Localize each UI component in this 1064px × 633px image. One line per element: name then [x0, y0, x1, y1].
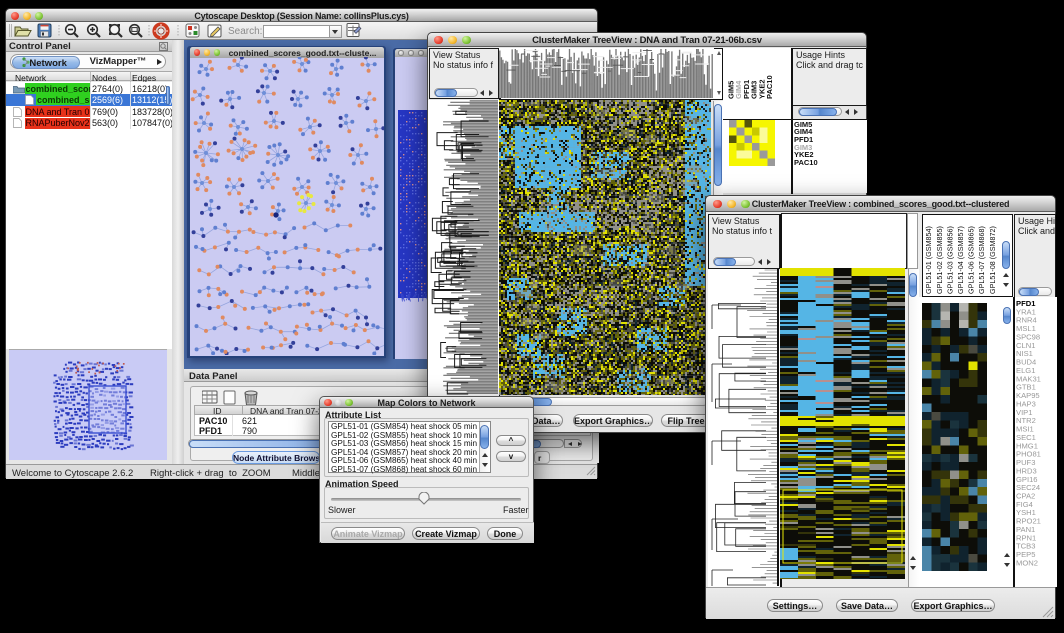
svg-text:MON2: MON2	[1016, 559, 1038, 568]
svg-text:GPL51-07 (GSM868): GPL51-07 (GSM868)	[977, 226, 986, 294]
svg-text:GPL51-04 (GSM857): GPL51-04 (GSM857)	[956, 226, 965, 294]
svg-text:PAC10: PAC10	[765, 75, 774, 99]
svg-text:GPL51-08 (GSM872): GPL51-08 (GSM872)	[988, 226, 997, 294]
svg-text:GPL51-01 (GSM854): GPL51-01 (GSM854)	[924, 226, 933, 294]
svg-text:GPL51-03 (GSM856): GPL51-03 (GSM856)	[945, 226, 954, 294]
svg-text:GPL51-06 (GSM865): GPL51-06 (GSM865)	[967, 226, 976, 294]
svg-text:GPL51-02 (GSM855): GPL51-02 (GSM855)	[935, 226, 944, 294]
